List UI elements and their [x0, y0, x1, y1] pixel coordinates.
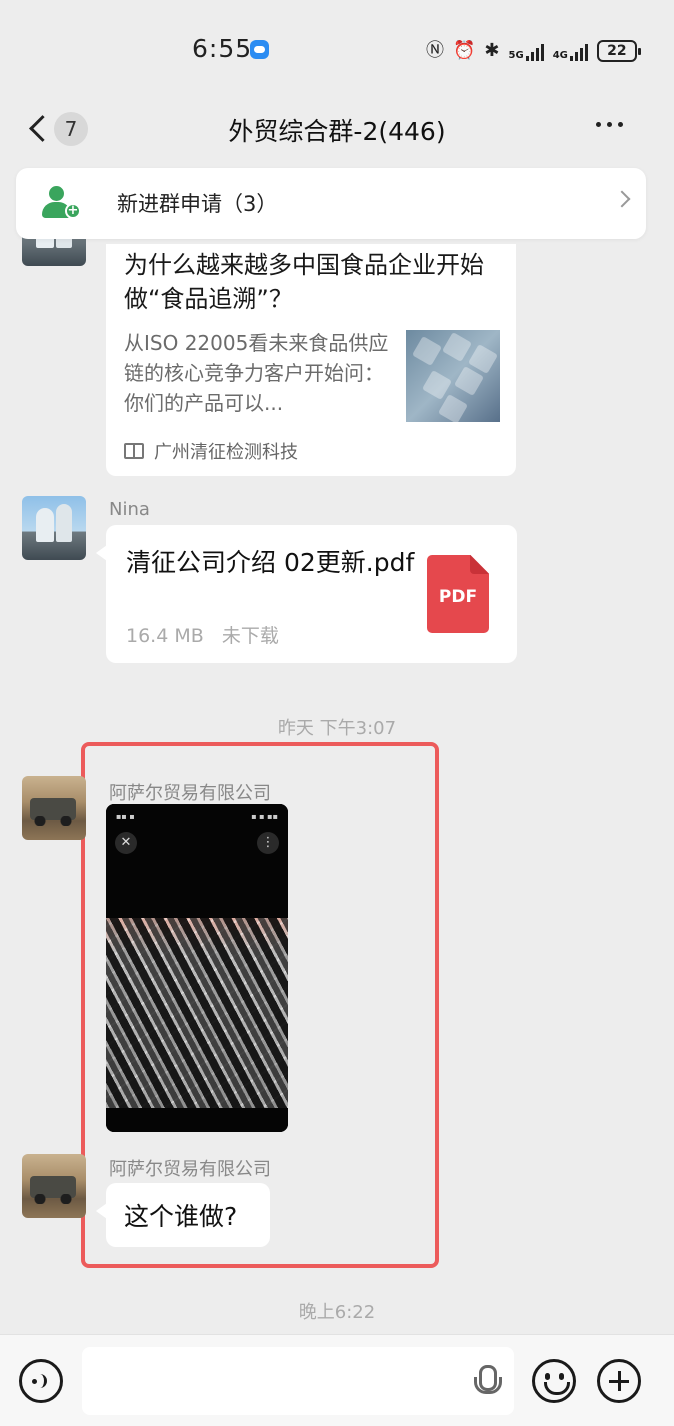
file-download-status: 未下载	[221, 625, 279, 647]
image-message[interactable]: ▪▪ ▪ ▪ ▪ ▪▪ ✕ ⋮	[106, 804, 288, 1132]
pdf-label: PDF	[438, 587, 478, 607]
more-vertical-icon: ⋮	[257, 832, 279, 854]
signal-5g-icon: 5G	[509, 41, 544, 61]
network-5g-label: 5G	[508, 50, 524, 61]
nfc-icon: Ⓝ	[426, 40, 444, 61]
timestamp-separator: 晚上6:22	[298, 1302, 376, 1323]
status-icons: Ⓝ ⏰ ✱ 5G 4G 22	[426, 36, 641, 66]
status-bar: 6:55 Ⓝ ⏰ ✱ 5G 4G 22	[0, 0, 674, 100]
avatar[interactable]	[22, 776, 86, 840]
chevron-right-icon	[613, 190, 631, 208]
close-icon: ✕	[115, 832, 137, 854]
book-icon	[124, 443, 144, 459]
article-source: 广州清征检测科技	[124, 438, 298, 464]
alarm-icon: ⏰	[453, 40, 476, 61]
signal-4g-icon: 4G	[553, 41, 588, 61]
chat-header: 7 外贸综合群-2(446)	[0, 100, 674, 162]
sender-name: 阿萨尔贸易有限公司	[109, 1159, 271, 1180]
avatar[interactable]	[22, 496, 86, 560]
input-bar	[0, 1334, 674, 1426]
text-message[interactable]: 这个谁做?	[96, 1183, 270, 1247]
join-requests-label: 新进群申请（3）	[117, 192, 278, 216]
article-description: 从ISO 22005看未来食品供应链的核心竞争力客户开始问：你们的产品可以...	[124, 331, 389, 415]
timestamp-separator: 昨天 下午3:07	[277, 718, 397, 739]
image-screenshot-header: ▪▪ ▪ ▪ ▪ ▪▪ ✕ ⋮	[106, 804, 288, 918]
message-input[interactable]	[82, 1347, 514, 1415]
voice-input-button[interactable]	[19, 1359, 63, 1403]
file-meta: 16.4 MB 未下载	[126, 621, 279, 648]
file-name: 清征公司介绍 02更新.pdf	[126, 548, 415, 577]
chat-title: 外贸综合群-2(446)	[228, 117, 446, 146]
join-requests-banner[interactable]: + 新进群申请（3）	[16, 168, 646, 239]
article-thumbnail	[406, 330, 500, 422]
article-title: 为什么越来越多中国食品企业开始做“食品追溯”？	[124, 251, 484, 313]
file-size: 16.4 MB	[126, 625, 204, 647]
bluetooth-icon: ✱	[484, 40, 500, 61]
message-text: 这个谁做?	[124, 1202, 238, 1231]
metal-rods-photo	[106, 918, 288, 1108]
status-time: 6:55	[192, 34, 253, 63]
battery-icon: 22	[596, 40, 641, 62]
more-options-button[interactable]	[596, 122, 623, 127]
sender-name: Nina	[109, 499, 150, 520]
network-4g-label: 4G	[552, 50, 568, 61]
app-notification-icon	[250, 40, 269, 59]
avatar[interactable]	[22, 1154, 86, 1218]
file-message[interactable]: 清征公司介绍 02更新.pdf 16.4 MB 未下载 PDF	[96, 525, 517, 663]
add-member-icon: +	[42, 186, 82, 222]
article-card[interactable]: 为什么越来越多中国食品企业开始做“食品追溯”？ 从ISO 22005看未来食品供…	[106, 244, 516, 476]
emoji-button[interactable]	[532, 1359, 576, 1403]
sender-name: 阿萨尔贸易有限公司	[109, 783, 271, 804]
more-actions-button[interactable]	[597, 1359, 641, 1403]
article-source-name: 广州清征检测科技	[154, 442, 298, 463]
microphone-icon[interactable]	[474, 1365, 502, 1399]
